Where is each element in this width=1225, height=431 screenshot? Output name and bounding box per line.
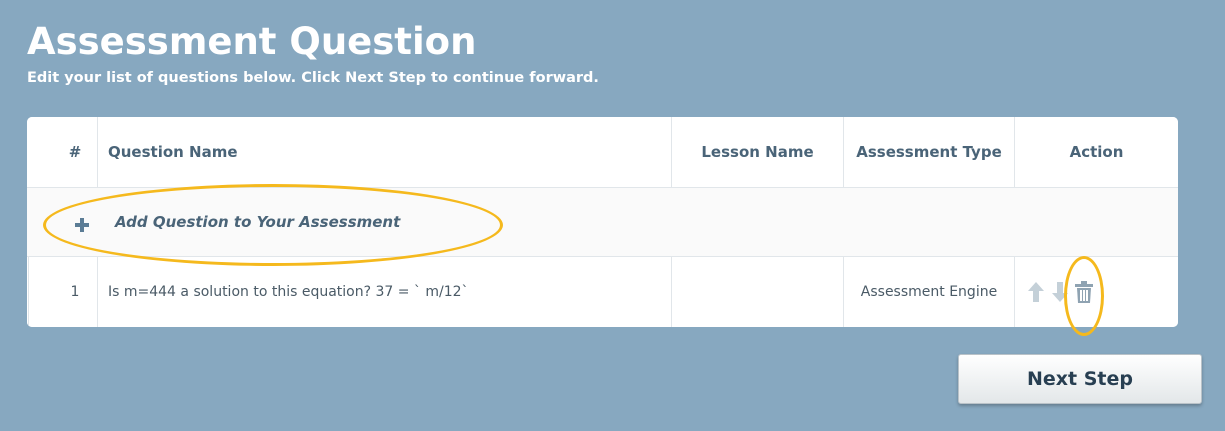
add-question-link[interactable]: Add Question to Your Assessment — [115, 213, 400, 231]
plus-icon[interactable] — [75, 218, 89, 232]
next-step-button[interactable]: Next Step — [958, 354, 1202, 404]
row-assessment-type: Assessment Engine — [860, 284, 998, 300]
questions-table: # Question Name Lesson Name Assessment T… — [27, 117, 1178, 327]
column-header-assessment-type[interactable]: Assessment Type — [844, 117, 1014, 187]
column-header-lesson-name[interactable]: Lesson Name — [672, 117, 843, 187]
arrow-down-icon[interactable] — [1052, 282, 1068, 302]
row-question-name[interactable]: Is m=444 a solution to this equation? 37… — [108, 257, 668, 327]
column-divider — [97, 117, 98, 187]
row-lesson-name — [672, 257, 843, 327]
column-header-action: Action — [1069, 143, 1124, 161]
page-subtitle: Edit your list of questions below. Click… — [27, 70, 599, 86]
page-title: Assessment Question — [27, 20, 477, 63]
row-number: 1 — [70, 284, 80, 300]
column-header-number[interactable]: # — [27, 117, 97, 187]
arrow-up-icon[interactable] — [1028, 282, 1044, 302]
column-header-question-name[interactable]: Question Name — [108, 117, 668, 187]
trash-icon[interactable] — [1075, 281, 1093, 303]
column-divider — [1014, 257, 1015, 327]
column-divider — [97, 257, 98, 327]
